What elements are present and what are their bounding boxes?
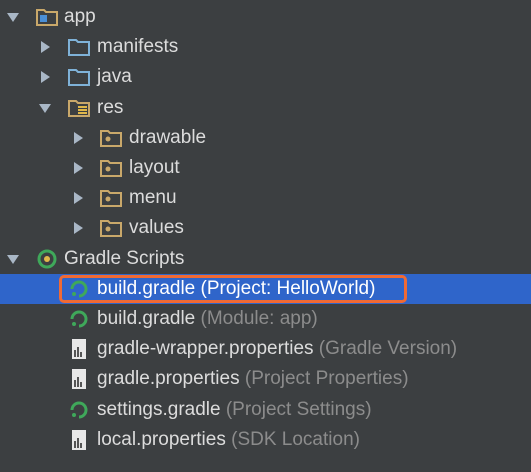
properties-file-icon	[67, 368, 91, 390]
expand-arrow-icon[interactable]	[5, 9, 21, 25]
tree-node-label: gradle-wrapper.properties (Gradle Versio…	[97, 338, 458, 360]
tree-node-manifests[interactable]: manifests	[0, 32, 531, 62]
package-folder-icon	[99, 187, 123, 209]
tree-node-label: drawable	[129, 126, 207, 148]
tree-node-menu[interactable]: menu	[0, 183, 531, 213]
collapse-arrow-icon[interactable]	[70, 190, 86, 206]
collapse-arrow-icon[interactable]	[70, 160, 86, 176]
tree-node-label: res	[97, 96, 124, 118]
tree-node-label: layout	[129, 157, 180, 179]
tree-node-secondary-label: (Project Properties)	[239, 368, 409, 390]
tree-node-label: build.gradle (Project: HelloWorld)	[97, 277, 376, 299]
properties-file-icon	[67, 429, 91, 451]
tree-node-label: manifests	[97, 36, 179, 58]
tree-node-values[interactable]: values	[0, 213, 531, 243]
tree-node-res[interactable]: res	[0, 93, 531, 123]
expand-arrow-icon[interactable]	[5, 251, 21, 267]
tree-node-label: local.properties (SDK Location)	[97, 428, 360, 450]
tree-node-label: build.gradle (Module: app)	[97, 307, 318, 329]
tree-node-gradle-properties[interactable]: gradle.properties (Project Properties)	[0, 364, 531, 394]
tree-node-local-properties[interactable]: local.properties (SDK Location)	[0, 425, 531, 455]
tree-node-secondary-label: (Gradle Version)	[313, 338, 458, 360]
tree-node-gradle-scripts[interactable]: Gradle Scripts	[0, 244, 531, 274]
tree-node-label: app	[64, 6, 96, 28]
module-folder-icon	[35, 6, 59, 28]
tree-node-gradle-wrapper-properties[interactable]: gradle-wrapper.properties (Gradle Versio…	[0, 334, 531, 364]
tree-node-layout[interactable]: layout	[0, 153, 531, 183]
tree-node-label: java	[97, 66, 132, 88]
gradle-icon	[35, 248, 59, 270]
collapse-arrow-icon[interactable]	[37, 39, 53, 55]
project-tree: app manifests java res drawable layout m…	[0, 0, 531, 472]
gradle-file-icon	[67, 399, 91, 421]
expand-arrow-icon[interactable]	[37, 100, 53, 116]
tree-node-secondary-label: (Module: app)	[195, 307, 318, 329]
package-folder-icon	[99, 157, 123, 179]
collapse-arrow-icon[interactable]	[70, 220, 86, 236]
folder-icon	[67, 66, 91, 88]
collapse-arrow-icon[interactable]	[37, 69, 53, 85]
tree-node-java[interactable]: java	[0, 62, 531, 92]
tree-node-secondary-label: (SDK Location)	[225, 428, 360, 450]
gradle-file-icon	[67, 308, 91, 330]
package-folder-icon	[99, 217, 123, 239]
tree-node-label: menu	[129, 187, 177, 209]
collapse-arrow-icon[interactable]	[70, 130, 86, 146]
properties-file-icon	[67, 338, 91, 360]
tree-node-build-gradle-project[interactable]: build.gradle (Project: HelloWorld)	[0, 273, 531, 304]
tree-node-label: settings.gradle (Project Settings)	[97, 398, 372, 420]
tree-node-drawable[interactable]: drawable	[0, 123, 531, 153]
tree-node-label: gradle.properties (Project Properties)	[97, 368, 409, 390]
folder-icon	[67, 36, 91, 58]
tree-node-label: Gradle Scripts	[64, 247, 185, 269]
gradle-file-icon	[67, 278, 91, 300]
tree-node-settings-gradle[interactable]: settings.gradle (Project Settings)	[0, 394, 531, 424]
tree-node-secondary-label: (Project Settings)	[220, 398, 372, 420]
package-folder-icon	[99, 127, 123, 149]
tree-node-build-gradle-module[interactable]: build.gradle (Module: app)	[0, 304, 531, 334]
tree-node-app[interactable]: app	[0, 2, 531, 32]
resource-folder-icon	[67, 97, 91, 119]
tree-node-label: values	[129, 217, 184, 239]
